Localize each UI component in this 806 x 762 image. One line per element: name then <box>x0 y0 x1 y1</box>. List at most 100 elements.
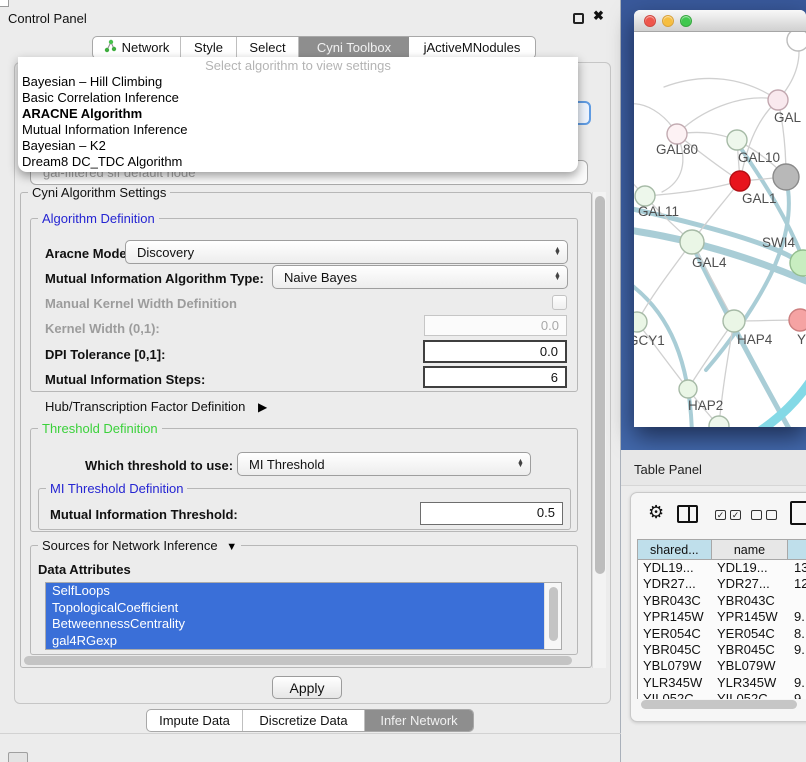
table-cell: YDR27... <box>712 576 789 592</box>
network-window-titlebar[interactable] <box>634 10 806 32</box>
aracne-mode-combo[interactable]: Discovery ▲▼ <box>125 240 568 264</box>
list-item[interactable]: SelfLoops <box>46 583 546 600</box>
which-threshold-value: MI Threshold <box>238 457 514 472</box>
close-light[interactable] <box>644 15 656 27</box>
dropdown-item[interactable]: Bayesian – K2 <box>18 138 578 154</box>
dpi-tolerance-field[interactable]: 0.0 <box>423 340 567 363</box>
node-gal10[interactable] <box>727 130 747 150</box>
focused-combo-arrows-fragment[interactable] <box>576 101 591 125</box>
table-hscrollbar-thumb[interactable] <box>641 700 797 709</box>
table-row[interactable]: YBL079WYBL079W <box>638 658 806 674</box>
column-view-icon[interactable] <box>677 505 698 523</box>
table-cell: YBR043C <box>638 593 712 609</box>
node-gal10-label: GAL10 <box>738 150 780 165</box>
network-edge[interactable] <box>637 242 692 322</box>
gear-icon[interactable]: ⚙ <box>648 504 664 522</box>
tab-network[interactable]: Network <box>93 37 181 58</box>
minimize-light[interactable] <box>662 15 674 27</box>
float-window-icon[interactable] <box>573 13 584 24</box>
dropdown-item[interactable]: Mutual Information Inference <box>18 122 578 138</box>
node-gal80[interactable] <box>667 124 687 144</box>
dropdown-item[interactable]: ARACNE Algorithm <box>18 106 578 122</box>
node-gal1[interactable] <box>730 171 750 191</box>
aracne-mode-label: Aracne Mode: <box>45 246 131 261</box>
node-gcy1[interactable] <box>634 312 647 332</box>
table-row[interactable]: YER054CYER054C8. <box>638 626 806 642</box>
apply-button[interactable]: Apply <box>272 676 342 699</box>
settings-vscrollbar-thumb[interactable] <box>595 196 605 574</box>
attributes-scrollbar-thumb[interactable] <box>549 587 558 641</box>
network-canvas[interactable]: GALGAL80GAL10GAL1GAL11GAL4SWI4GCY1HAP4YH… <box>634 32 806 427</box>
combo-arrows-icon: ▲▼ <box>514 460 530 468</box>
mi-steps-field[interactable]: 6 <box>423 366 567 388</box>
tab-select[interactable]: Select <box>237 37 299 58</box>
list-item[interactable]: BetweennessCentrality <box>46 616 546 633</box>
partial-bottom-button[interactable] <box>8 752 28 762</box>
tab-infer-network[interactable]: Infer Network <box>365 710 473 731</box>
settings-hscrollbar-thumb[interactable] <box>24 656 572 665</box>
column-header-1[interactable]: shared... <box>638 540 712 559</box>
document-icon[interactable] <box>790 501 806 525</box>
table-cell: 8. <box>789 626 806 642</box>
table-row[interactable]: YDR27...YDR27...12 <box>638 576 806 592</box>
algorithm-definition-title: Algorithm Definition <box>38 211 159 226</box>
tab-cyni-toolbox[interactable]: Cyni Toolbox <box>299 37 409 58</box>
tab-jactivemnodules[interactable]: jActiveMNodules <box>409 37 535 58</box>
zoom-light[interactable] <box>680 15 692 27</box>
network-graph: GALGAL80GAL10GAL1GAL11GAL4SWI4GCY1HAP4YH… <box>634 32 806 427</box>
node-salmon-label: Y <box>797 332 806 347</box>
network-edge[interactable] <box>677 98 778 134</box>
table-row[interactable]: YBR043CYBR043C <box>638 593 806 609</box>
network-edge[interactable] <box>664 78 778 100</box>
dropdown-item[interactable]: Basic Correlation Inference <box>18 90 578 106</box>
list-item[interactable]: gal4RGexp <box>46 633 546 650</box>
node-gal4[interactable] <box>680 230 704 254</box>
attributes-vertical-scrollbar <box>544 583 561 649</box>
tab-style[interactable]: Style <box>181 37 237 58</box>
network-edge[interactable] <box>645 181 740 196</box>
node-gal11[interactable] <box>635 186 655 206</box>
kernel-width-label: Kernel Width (0,1): <box>45 321 160 336</box>
deselect-all-icon[interactable] <box>751 510 777 520</box>
data-attributes-rows: SelfLoopsTopologicalCoefficientBetweenne… <box>46 583 546 649</box>
node-hap2[interactable] <box>679 380 697 398</box>
node-swi4-label: SWI4 <box>762 235 795 250</box>
screen: Control Panel ✖ NetworkStyleSelectCyni T… <box>0 0 806 762</box>
hub-definition-expander[interactable]: Hub/Transcription Factor Definition ▶ <box>45 399 267 414</box>
table-header-row: shared...nameA <box>637 539 806 560</box>
node-hap4[interactable] <box>723 310 745 332</box>
mi-type-combo[interactable]: Naive Bayes ▲▼ <box>272 265 568 289</box>
select-all-icon[interactable]: ✓✓ <box>715 510 741 520</box>
tab-label: Discretize Data <box>259 713 347 728</box>
table-row[interactable]: YPR145WYPR145W9. <box>638 609 806 625</box>
sources-expander[interactable]: Sources for Network Inference ▼ <box>38 538 241 553</box>
mi-threshold-field[interactable]: 0.5 <box>420 502 563 525</box>
node-pink-top-label: GAL <box>774 110 802 125</box>
aracne-mode-value: Discovery <box>126 245 551 260</box>
table-row[interactable]: YDL19...YDL19...13 <box>638 560 806 576</box>
network-edge[interactable] <box>688 321 734 389</box>
settings-vertical-scrollbar <box>592 192 606 668</box>
list-item[interactable]: TopologicalCoefficient <box>46 600 546 617</box>
close-icon[interactable]: ✖ <box>593 8 604 24</box>
table-row[interactable]: YBR045CYBR045C9. <box>638 642 806 658</box>
dropdown-item[interactable]: Dream8 DC_TDC Algorithm <box>18 154 578 170</box>
tab-impute-data[interactable]: Impute Data <box>147 710 243 731</box>
table-cell: YBL079W <box>712 658 789 674</box>
node-gal1-label: GAL1 <box>742 191 777 206</box>
tab-discretize-data[interactable]: Discretize Data <box>243 710 365 731</box>
manual-kernel-checkbox[interactable] <box>552 295 567 310</box>
node-pink-top[interactable] <box>768 90 788 110</box>
infer-tabs: Impute Data Discretize Data Infer Network <box>146 709 474 732</box>
node-salmon[interactable] <box>789 309 806 331</box>
dropdown-item[interactable]: Bayesian – Hill Climbing <box>18 74 578 90</box>
column-header-3[interactable]: A <box>788 540 806 559</box>
column-header-2[interactable]: name <box>712 540 789 559</box>
tab-label: Style <box>194 40 223 55</box>
table-row[interactable]: YLR345WYLR345W9. <box>638 675 806 691</box>
which-threshold-combo[interactable]: MI Threshold ▲▼ <box>237 452 531 476</box>
combo-arrows-icon: ▲▼ <box>551 248 567 256</box>
node-top-outline[interactable] <box>787 32 806 51</box>
node-gray[interactable] <box>773 164 799 190</box>
table-panel: ⚙ ✓✓ shared...nameA YDL19...YDL19...13YD… <box>630 492 806 722</box>
